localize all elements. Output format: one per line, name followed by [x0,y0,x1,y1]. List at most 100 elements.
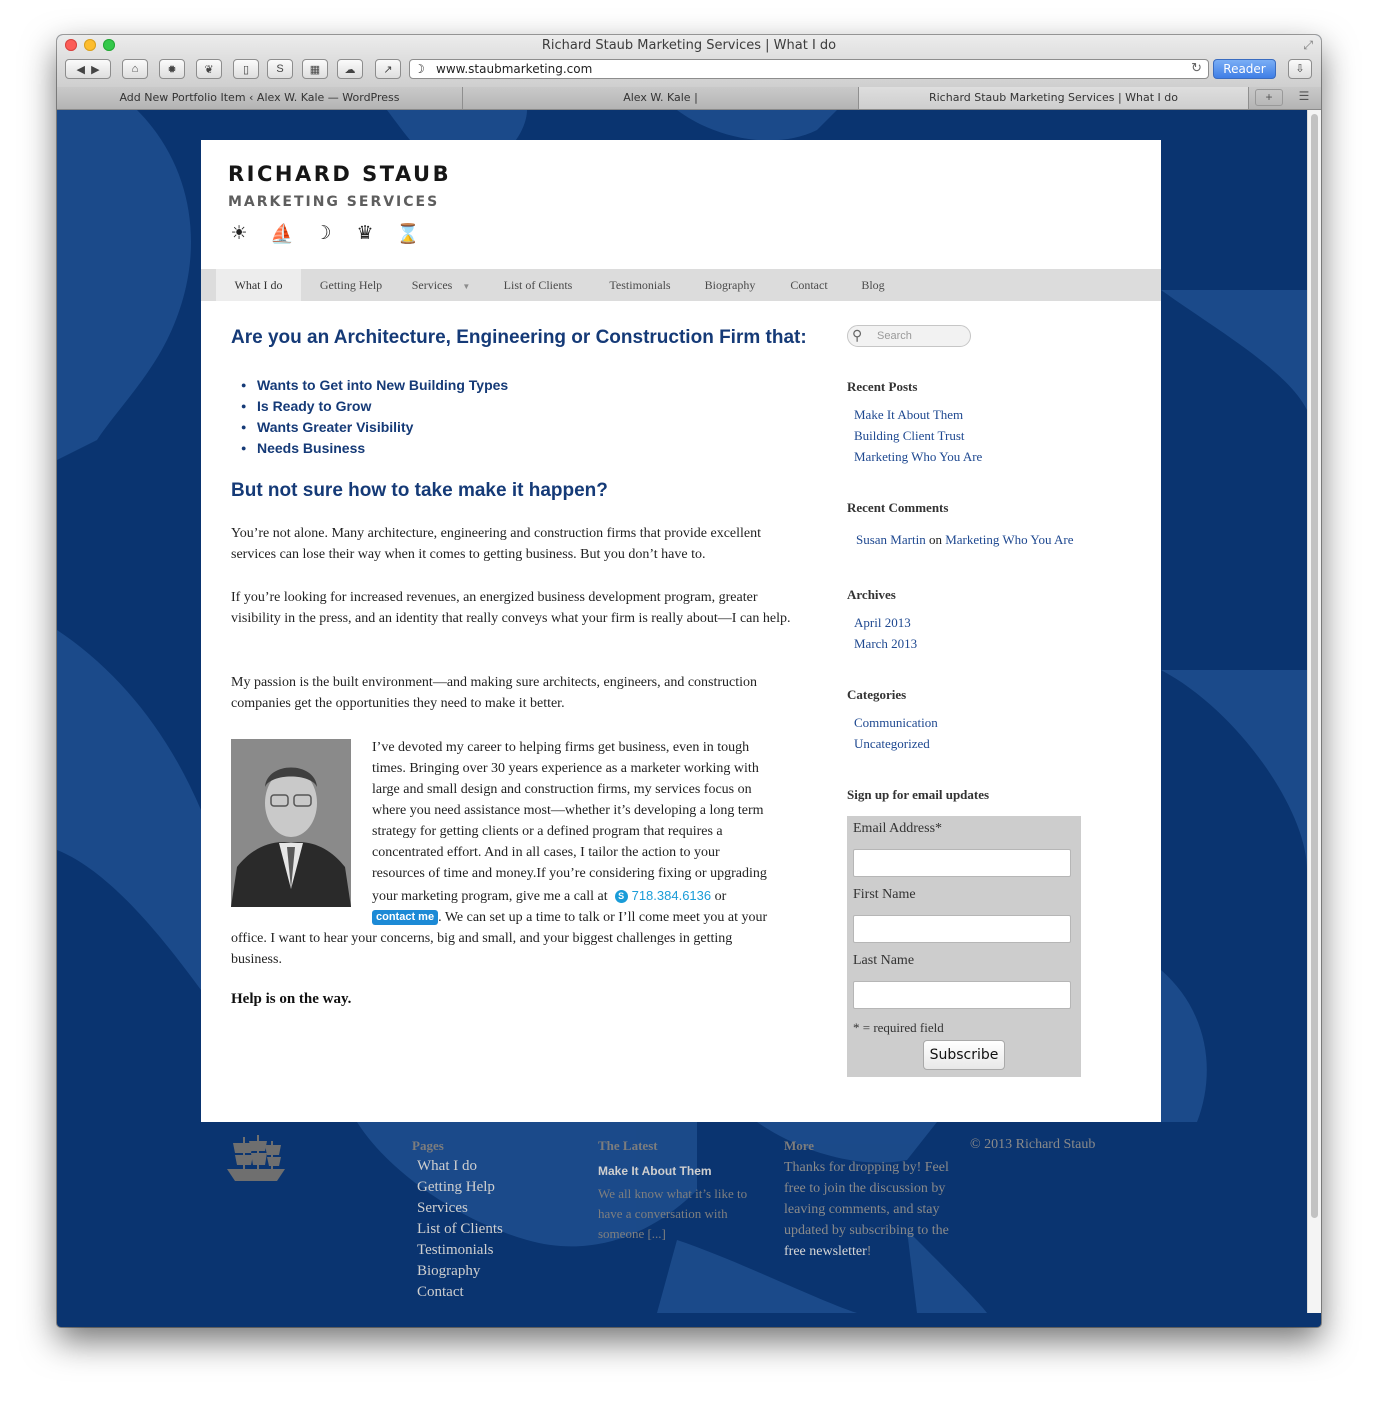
nav-item-list-of-clients[interactable]: List of Clients [489,269,587,301]
subscribe-button[interactable]: Subscribe [923,1040,1005,1070]
intro-heading: Are you an Architecture, Engineering or … [231,327,807,348]
bio-line: business. [231,952,282,967]
reader-button[interactable]: Reader [1213,59,1276,79]
moon-icon: ☽ [314,223,332,244]
search-placeholder: Search [877,330,912,342]
footer-more-heading: More [784,1138,815,1153]
footer-page-link[interactable]: Services [417,1200,468,1217]
recent-posts-heading: Recent Posts [847,379,918,394]
footer-page-link[interactable]: What I do [417,1158,477,1175]
category-link[interactable]: Uncategorized [854,736,930,752]
email-field[interactable] [853,849,1071,877]
list-item: Is Ready to Grow [241,396,508,417]
footer-page-link[interactable]: List of Clients [417,1221,503,1238]
tab-alex-kale[interactable]: Alex W. Kale | [463,87,859,109]
nav-item-services[interactable]: Services ▼ [401,269,481,301]
list-item: Needs Business [241,438,508,459]
share-icon: ↗ [383,63,393,76]
newsletter-link[interactable]: free newsletter [784,1244,867,1259]
archive-link[interactable]: April 2013 [854,615,911,631]
hourglass-icon: ⌛ [396,224,420,245]
page-viewport: RICHARD STAUB MARKETING SERVICES ☀ ⛵ ☽ ♛… [57,110,1307,1313]
content-card: RICHARD STAUB MARKETING SERVICES ☀ ⛵ ☽ ♛… [201,140,1161,1122]
site-title[interactable]: RICHARD STAUB [228,162,451,186]
vertical-scrollbar[interactable] [1307,110,1321,1313]
nav-item-contact[interactable]: Contact [777,269,841,301]
paragraph: You’re not alone. Many architecture, eng… [231,526,762,562]
forward-icon[interactable]: ▶ [91,63,99,76]
more-text-body: Thanks for dropping by! Feel free to joi… [784,1160,949,1238]
url-text[interactable]: www.staubmarketing.com [436,62,592,76]
extension-button-2[interactable]: ❦ [196,59,222,79]
fullscreen-icon[interactable]: ⤢ [1303,38,1313,53]
skype-phone-link[interactable]: S 718.384.6136 [614,888,712,903]
extension-button-5[interactable]: ▦ [302,59,328,79]
browser-window: Richard Staub Marketing Services | What … [57,35,1321,1327]
browser-toolbar: Richard Staub Marketing Services | What … [57,35,1321,88]
last-name-field[interactable] [853,981,1071,1009]
recent-post-link[interactable]: Make It About Them [854,407,963,423]
latest-post-link[interactable]: Make It About Them [598,1164,712,1178]
phone-number[interactable]: 718.384.6136 [632,888,712,903]
ship-icon: ⛵ [270,224,294,245]
back-icon[interactable]: ◀ [76,63,84,76]
bug-icon: ✹ [167,63,177,76]
footer-latest-heading: The Latest [598,1138,658,1153]
recent-comments-heading: Recent Comments [847,500,949,515]
skype-icon: S [276,63,284,75]
search-input[interactable]: ⚲ Search [847,325,971,347]
crown-icon: ♛ [356,223,374,244]
footer-page-link[interactable]: Getting Help [417,1179,495,1196]
site-favicon-icon: ☽ [414,62,425,76]
reload-icon[interactable]: ↻ [1191,61,1202,76]
recent-post-link[interactable]: Building Client Trust [854,428,965,444]
recent-post-link[interactable]: Marketing Who You Are [854,449,982,465]
paragraph: My passion is the built environment—and … [231,675,758,711]
nav-item-services-label: Services [411,278,453,292]
plus-icon: + [1265,90,1273,104]
bio-paragraph: I’ve devoted my career to helping firms … [231,737,811,970]
leaf-icon: ❦ [204,63,214,76]
share-button[interactable]: ↗ [375,59,401,79]
signup-heading: Sign up for email updates [847,787,990,802]
footer-page-link[interactable]: Testimonials [417,1242,493,1259]
nav-item-getting-help[interactable]: Getting Help [301,269,401,301]
latest-excerpt-line: have a conversation with [598,1206,728,1221]
back-forward-buttons[interactable]: ◀ ▶ [65,59,111,79]
footer-page-link[interactable]: Biography [417,1263,480,1280]
tab-list-button[interactable]: ☰ [1291,89,1317,106]
extension-button-3[interactable]: ▯ [233,59,259,79]
nav-item-biography[interactable]: Biography [695,269,765,301]
nav-item-what-i-do[interactable]: What I do [216,269,301,301]
scrollbar-thumb[interactable] [1311,114,1318,1218]
bio-line: concentrated effort. And in all cases, I… [372,845,720,860]
list-icon: ☰ [1298,89,1310,103]
address-bar[interactable]: ☽ www.staubmarketing.com ↻ [409,59,1209,79]
category-link[interactable]: Communication [854,715,938,731]
paragraph: If you’re looking for increased revenues… [231,590,791,626]
contact-me-badge[interactable]: contact me [372,910,439,925]
new-tab-button[interactable]: + [1255,89,1283,106]
tab-wordpress[interactable]: Add New Portfolio Item ‹ Alex W. Kale — … [57,87,463,109]
downloads-button[interactable]: ⇩ [1288,59,1312,79]
nav-item-blog[interactable]: Blog [851,269,895,301]
home-button[interactable]: ⌂ [122,59,148,79]
phone-icon: ▯ [242,63,250,76]
bio-line: office. I want to hear your concerns, bi… [231,931,733,946]
first-name-field[interactable] [853,915,1071,943]
comment-post-link[interactable]: Marketing Who You Are [945,532,1073,547]
archive-link[interactable]: March 2013 [854,636,917,652]
comment-author-link[interactable]: Susan Martin [856,532,926,547]
bio-line: strategy for getting clients or a define… [372,824,723,839]
extension-button-4[interactable]: S [267,59,293,79]
main-navigation: What I do Getting Help Services ▼ List of… [201,269,1161,301]
extension-button-1[interactable]: ✹ [159,59,185,79]
footer-page-link[interactable]: Contact [417,1284,464,1301]
nav-item-testimonials[interactable]: Testimonials [593,269,687,301]
latest-excerpt-line: someone [...] [598,1226,666,1241]
help-tagline: Help is on the way. [231,991,352,1007]
recent-comment: Susan Martin on Marketing Who You Are [856,532,1074,548]
bio-call-line: your marketing program, give me a call a… [231,884,811,907]
extension-button-6[interactable]: ☁ [337,59,363,79]
tab-staub-marketing[interactable]: Richard Staub Marketing Services | What … [859,87,1249,109]
